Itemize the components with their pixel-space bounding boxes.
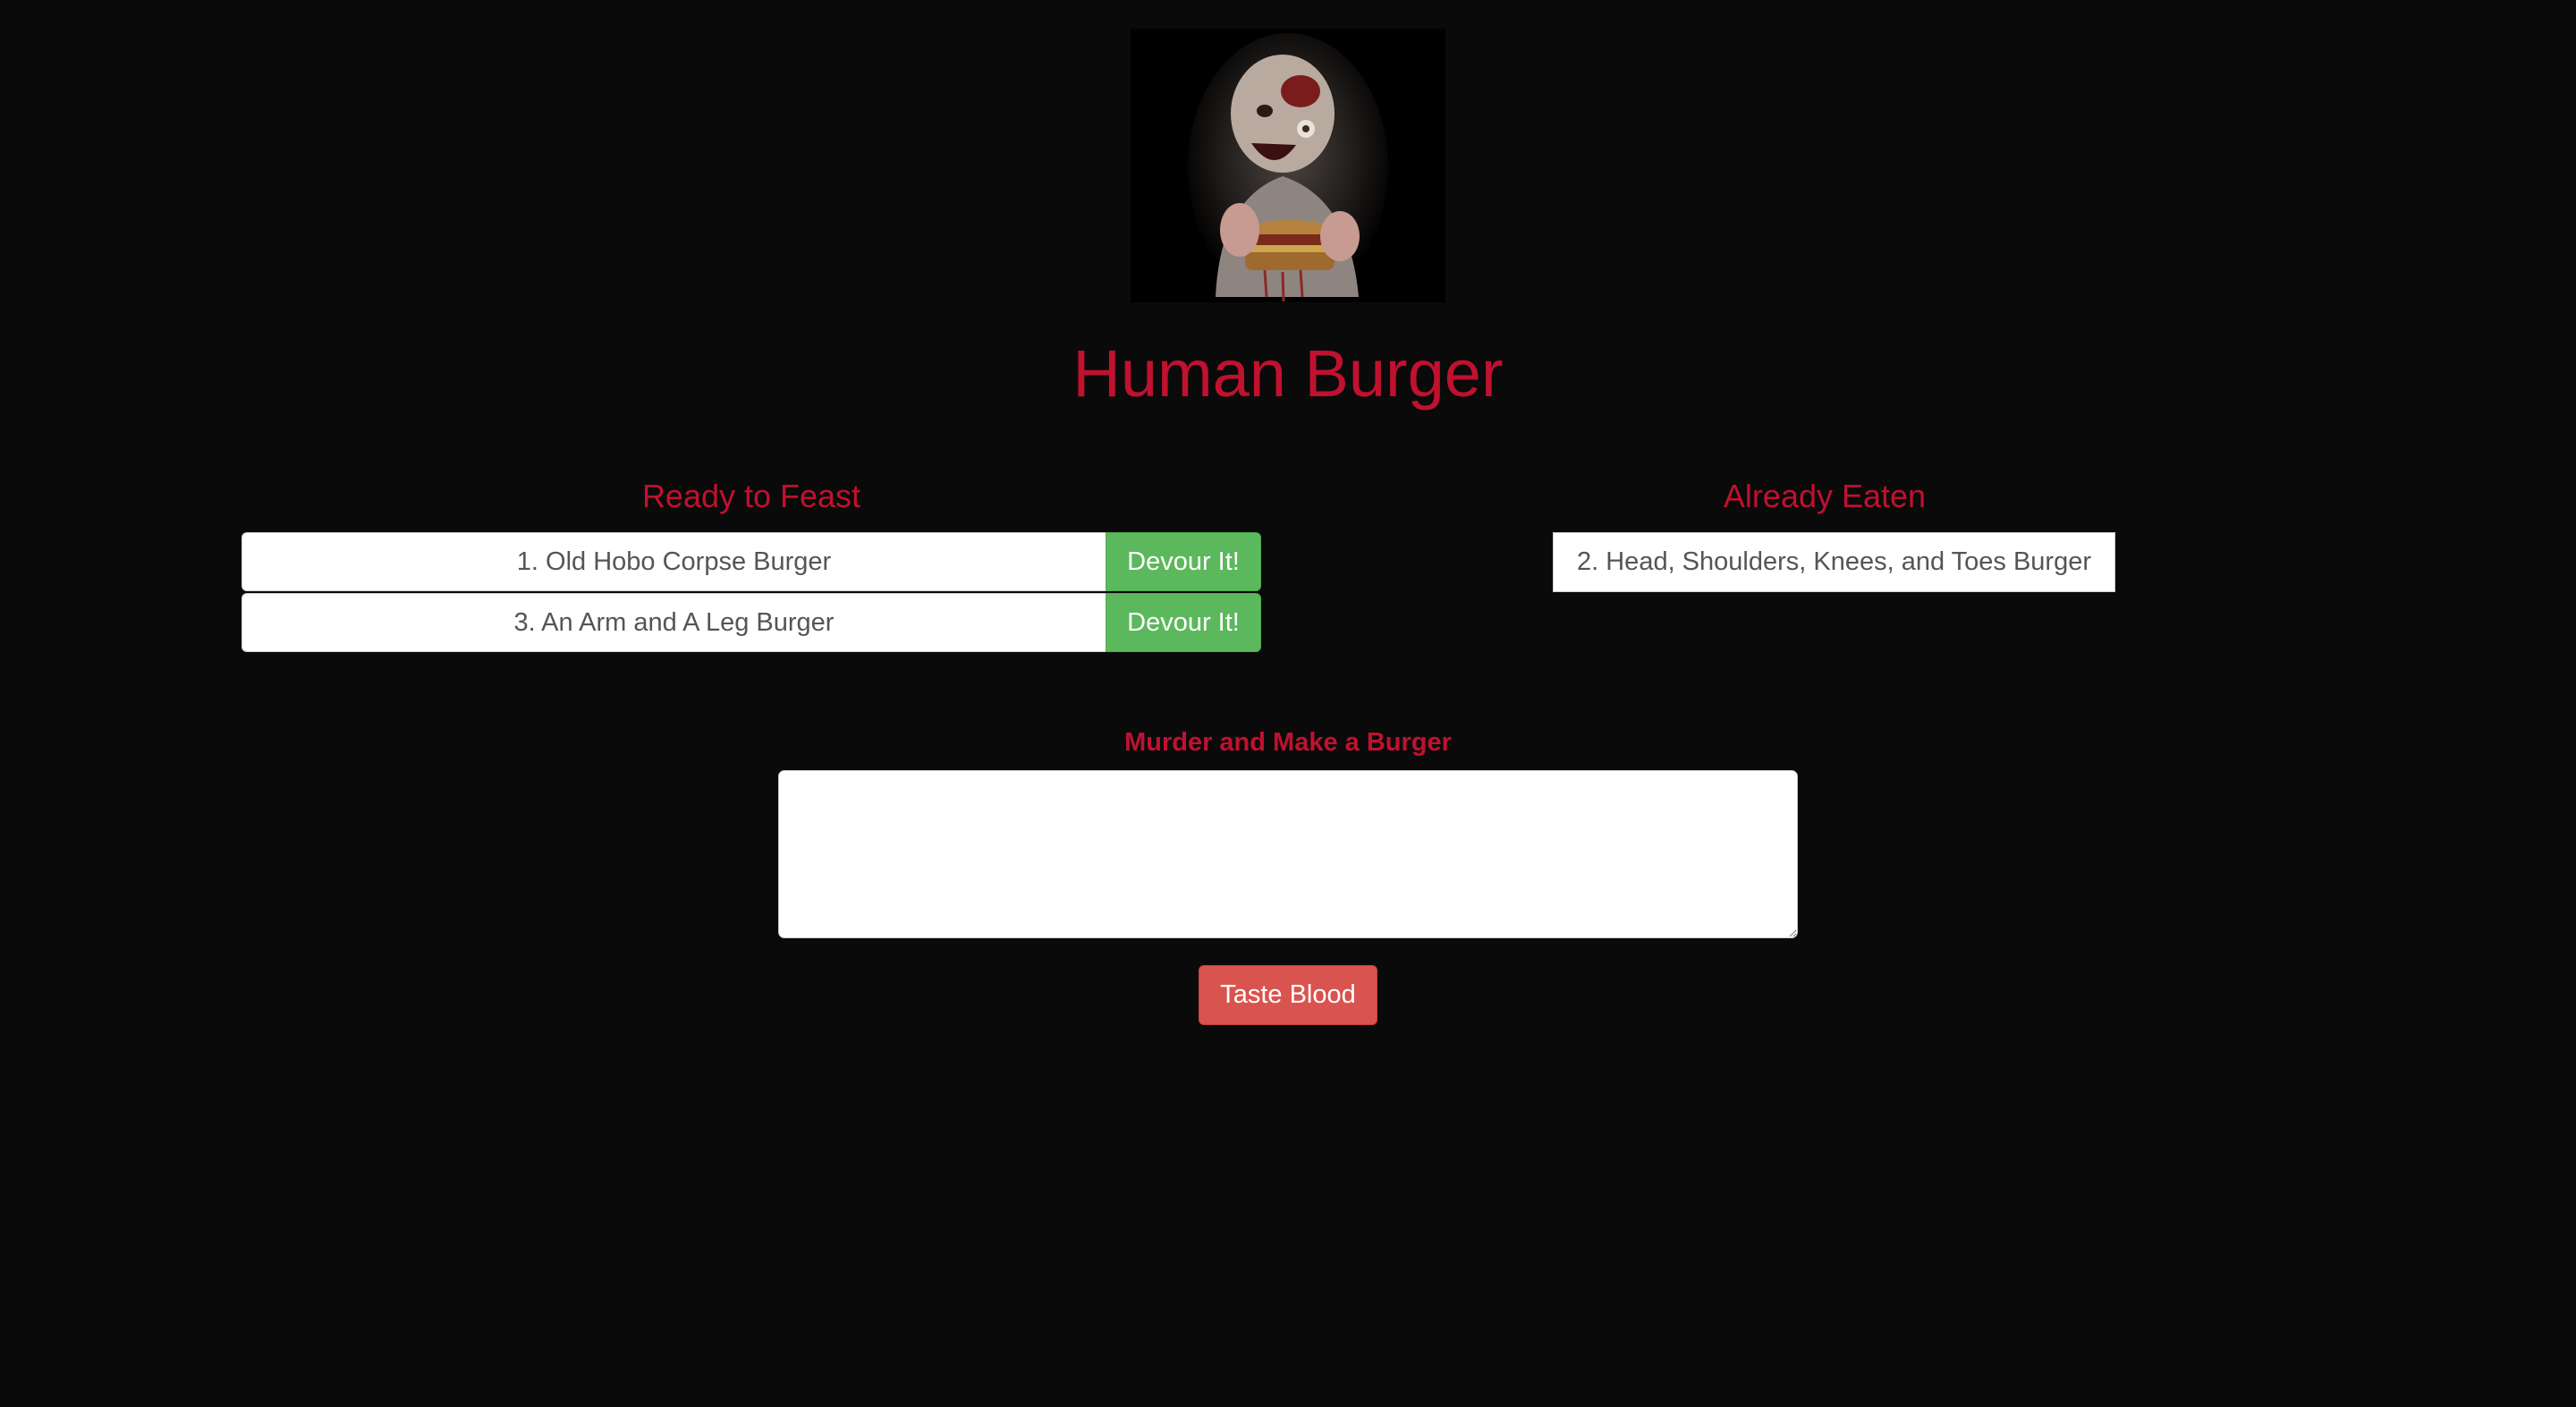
burger-form-label: Murder and Make a Burger	[1124, 728, 1452, 757]
devour-button[interactable]: Devour It!	[1106, 593, 1261, 652]
burger-name-textarea[interactable]	[778, 770, 1798, 938]
page: Human Burger Ready to Feast Already Eate…	[0, 0, 2576, 1407]
burger-name: 1. Old Hobo Corpse Burger	[242, 532, 1106, 591]
page-title: Human Burger	[1072, 336, 1504, 411]
burger-name: 3. An Arm and A Leg Burger	[242, 593, 1106, 652]
zombie-illustration	[1131, 29, 1445, 302]
taste-blood-button[interactable]: Taste Blood	[1199, 965, 1377, 1025]
ready-to-feast-heading: Ready to Feast	[641, 478, 861, 514]
already-eaten-heading: Already Eaten	[1723, 478, 1927, 514]
ready-burger-row: 3. An Arm and A Leg Burger Devour It!	[242, 593, 1261, 652]
devour-button[interactable]: Devour It!	[1106, 532, 1261, 591]
ready-burger-row: 1. Old Hobo Corpse Burger Devour It!	[242, 532, 1261, 591]
zombie-burger-image	[1131, 29, 1445, 302]
eaten-burger-item: 2. Head, Shoulders, Knees, and Toes Burg…	[1553, 532, 2116, 592]
